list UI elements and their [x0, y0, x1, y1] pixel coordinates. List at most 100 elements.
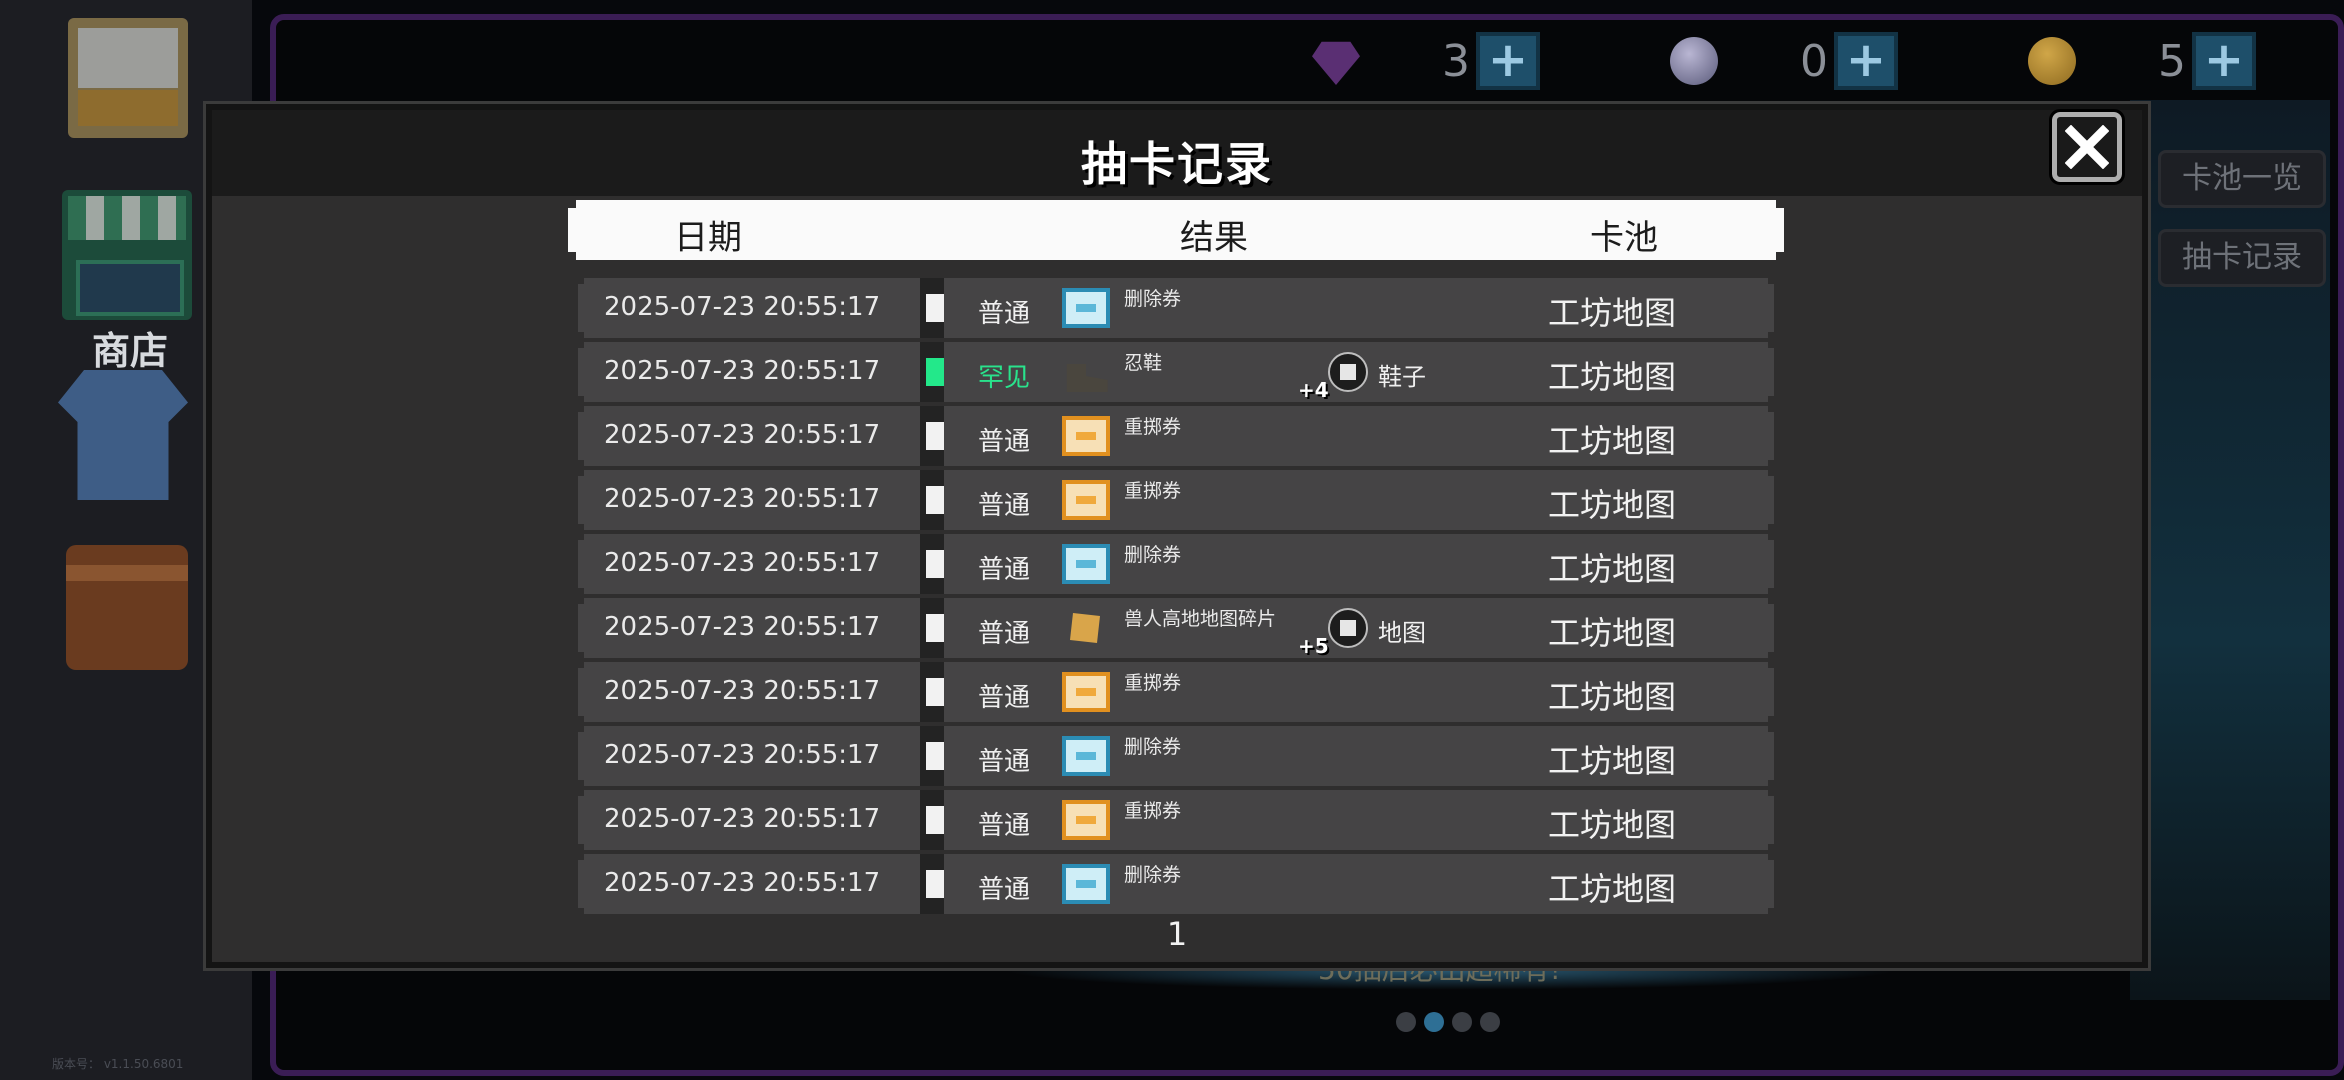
row-rarity: 罕见: [978, 363, 1031, 393]
row-rarity: 普通: [978, 811, 1031, 841]
table-row: 2025-07-23 20:55:17 普通 删除券 工坊地图: [578, 726, 1774, 786]
row-pool: 工坊地图: [1548, 870, 1677, 908]
row-pool: 工坊地图: [1548, 550, 1677, 588]
draw-history-modal: 抽卡记录 日期 结果 卡池 2025-07-23 20:55:17 普通 删除券 工坊…: [206, 104, 2148, 968]
row-rarity: 普通: [978, 747, 1031, 777]
carousel-dot[interactable]: [1480, 1012, 1500, 1032]
rarity-indicator: [926, 614, 944, 642]
close-icon: [2065, 125, 2109, 169]
row-item-name: 删除券: [1124, 736, 1182, 758]
row-date: 2025-07-23 20:55:17: [604, 420, 881, 450]
version-label: 版本号： v1.1.50.6801: [52, 1057, 184, 1071]
row-item-name: 重掷券: [1124, 480, 1182, 502]
row-bonus: +4: [1298, 378, 1329, 402]
row-pool: 工坊地图: [1548, 614, 1677, 652]
table-header: 日期 结果 卡池: [568, 200, 1784, 260]
currency-gem: 3 +: [1312, 32, 1540, 90]
shoe-category-icon: [1328, 352, 1368, 392]
add-coin-button[interactable]: +: [2192, 32, 2256, 90]
row-item-name: 忍鞋: [1124, 352, 1163, 374]
reroll-coupon-icon: [1062, 672, 1110, 712]
shirt-icon[interactable]: [58, 370, 188, 500]
table-row: 2025-07-23 20:55:17 普通 删除券 工坊地图: [578, 854, 1774, 914]
row-item-name: 删除券: [1124, 864, 1182, 886]
column-header-date: 日期: [674, 218, 742, 258]
row-date: 2025-07-23 20:55:17: [604, 676, 881, 706]
row-pool: 工坊地图: [1548, 294, 1677, 332]
row-date: 2025-07-23 20:55:17: [604, 292, 881, 322]
coin-count: 5: [2158, 35, 2186, 87]
rarity-indicator: [926, 358, 944, 386]
table-row: 2025-07-23 20:55:17 普通 删除券 工坊地图: [578, 534, 1774, 594]
row-item-name: 删除券: [1124, 544, 1182, 566]
row-pool: 工坊地图: [1548, 806, 1677, 844]
row-rarity: 普通: [978, 299, 1031, 329]
row-pool: 工坊地图: [1548, 486, 1677, 524]
row-item-name: 重掷券: [1124, 416, 1182, 438]
table-row: 2025-07-23 20:55:17 普通 重掷券 工坊地图: [578, 406, 1774, 466]
add-gem-button[interactable]: +: [1476, 32, 1540, 90]
delete-coupon-icon: [1062, 544, 1110, 584]
table-row: 2025-07-23 20:55:17 普通 兽人高地地图碎片 +5 地图 工坊地图: [578, 598, 1774, 658]
reroll-coupon-icon: [1062, 480, 1110, 520]
carousel-dots: [1396, 1012, 1500, 1032]
rarity-indicator: [926, 422, 944, 450]
gem-count: 3: [1442, 35, 1470, 87]
row-pool: 工坊地图: [1548, 742, 1677, 780]
rarity-indicator: [926, 550, 944, 578]
backpack-icon[interactable]: [66, 545, 188, 670]
carousel-dot-active[interactable]: [1424, 1012, 1444, 1032]
currency-coin: 5 +: [2028, 32, 2256, 90]
delete-coupon-icon: [1062, 864, 1110, 904]
shop-icon[interactable]: [62, 190, 192, 320]
column-header-pool: 卡池: [1590, 218, 1658, 258]
modal-title: 抽卡记录: [1081, 137, 1273, 191]
close-button[interactable]: [2049, 109, 2125, 185]
row-pool: 工坊地图: [1548, 422, 1677, 460]
map-fragment-icon: [1070, 613, 1100, 643]
add-orb-button[interactable]: +: [1834, 32, 1898, 90]
row-rarity: 普通: [978, 619, 1031, 649]
modal-header: 抽卡记录: [212, 109, 2142, 196]
table-row: 2025-07-23 20:55:17 普通 重掷券 工坊地图: [578, 790, 1774, 850]
draw-history-list: 2025-07-23 20:55:17 普通 删除券 工坊地图 2025-07-23 2…: [578, 278, 1774, 918]
row-rarity: 普通: [978, 683, 1031, 713]
row-item-name: 删除券: [1124, 288, 1182, 310]
row-date: 2025-07-23 20:55:17: [604, 484, 881, 514]
column-header-result: 结果: [1180, 218, 1248, 258]
page-number: 1: [1166, 915, 1188, 953]
orb-icon: [1670, 37, 1718, 85]
rarity-indicator: [926, 294, 944, 322]
row-pool: 工坊地图: [1548, 678, 1677, 716]
table-row: 2025-07-23 20:55:17 普通 重掷券 工坊地图: [578, 470, 1774, 530]
row-pool: 工坊地图: [1548, 358, 1677, 396]
row-date: 2025-07-23 20:55:17: [604, 548, 881, 578]
reroll-coupon-icon: [1062, 416, 1110, 456]
row-item-name: 重掷券: [1124, 800, 1182, 822]
row-bonus: +5: [1298, 634, 1329, 658]
delete-coupon-icon: [1062, 288, 1110, 328]
rarity-indicator: [926, 870, 944, 898]
table-row: 2025-07-23 20:55:17 罕见 忍鞋 +4 鞋子 工坊地图: [578, 342, 1774, 402]
row-date: 2025-07-23 20:55:17: [604, 612, 881, 642]
rarity-indicator: [926, 742, 944, 770]
rarity-indicator: [926, 806, 944, 834]
row-item-name: 重掷券: [1124, 672, 1182, 694]
table-row: 2025-07-23 20:55:17 普通 重掷券 工坊地图: [578, 662, 1774, 722]
orb-count: 0: [1800, 35, 1828, 87]
carousel-dot[interactable]: [1452, 1012, 1472, 1032]
row-rarity: 普通: [978, 427, 1031, 457]
tab-draw-history[interactable]: 抽卡记录: [2158, 229, 2326, 287]
carousel-dot[interactable]: [1396, 1012, 1416, 1032]
tab-pool-overview[interactable]: 卡池一览: [2158, 150, 2326, 208]
rarity-indicator: [926, 678, 944, 706]
table-row: 2025-07-23 20:55:17 普通 删除券 工坊地图: [578, 278, 1774, 338]
cake-icon[interactable]: [68, 18, 188, 138]
row-date: 2025-07-23 20:55:17: [604, 356, 881, 386]
shop-label: 商店: [91, 329, 168, 373]
row-rarity: 普通: [978, 491, 1031, 521]
row-rarity: 普通: [978, 875, 1031, 905]
row-category: 地图: [1378, 619, 1426, 647]
row-item-name: 兽人高地地图碎片: [1124, 608, 1277, 630]
row-date: 2025-07-23 20:55:17: [604, 740, 881, 770]
